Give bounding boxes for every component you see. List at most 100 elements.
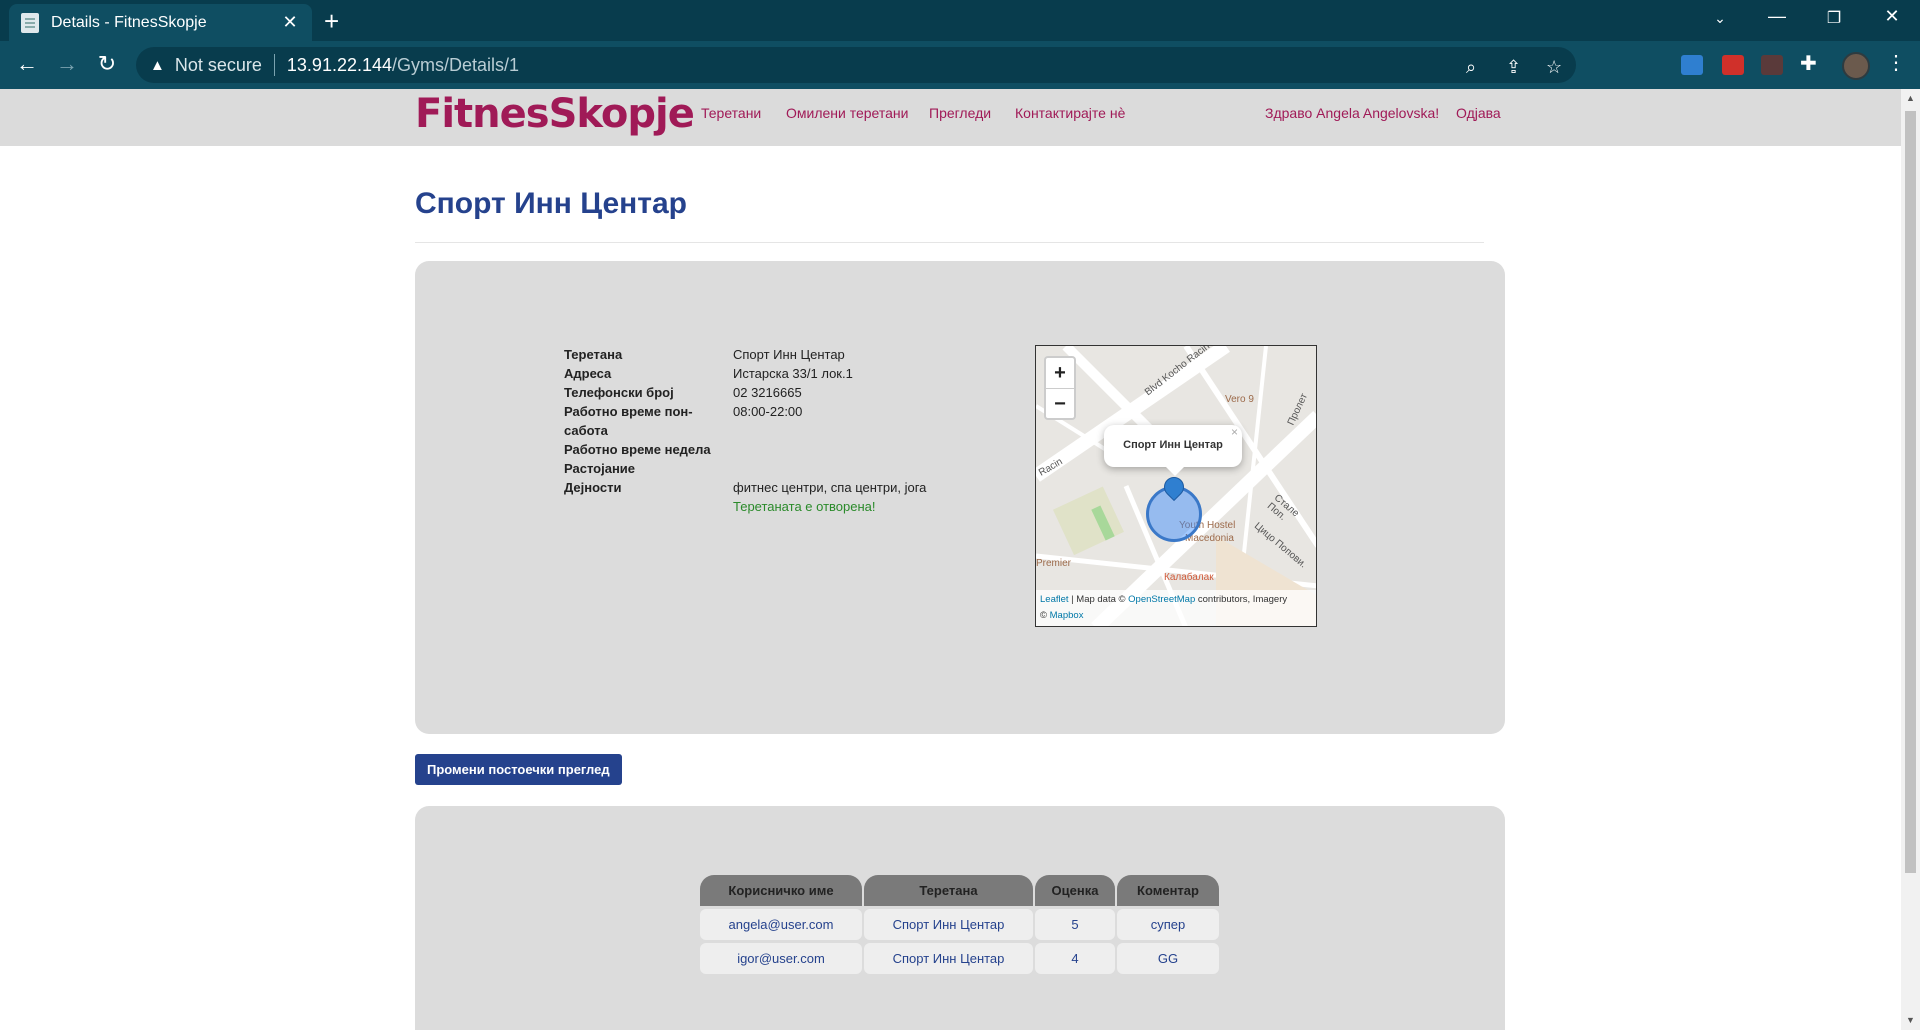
close-tab-icon[interactable]: ✕ [280, 12, 300, 33]
cell-comment: супер [1117, 909, 1219, 940]
site-logo[interactable]: FitnesSkopje [415, 91, 695, 137]
page: FitnesSkopje Теретани Омилени теретани П… [0, 89, 1901, 1030]
forward-icon[interactable]: → [52, 51, 82, 77]
nav-reviews[interactable]: Прегледи [929, 105, 991, 121]
scroll-up-icon[interactable]: ▲ [1906, 93, 1915, 103]
cell-gym: Спорт Инн Центар [864, 909, 1033, 940]
page-scrollbar[interactable]: ▲ ▼ [1901, 89, 1920, 1030]
detail-label: Растојание [564, 461, 636, 476]
reviews-panel: Корисничко име Теретана Оценка Коментар … [415, 806, 1505, 1030]
security-label: Not secure [174, 54, 262, 75]
popup-label: Спорт Инн Центар [1123, 439, 1223, 451]
detail-row: Теретаната е отворена! [564, 497, 984, 516]
nav-favorites[interactable]: Омилени теретани [786, 105, 908, 121]
zoom-in-button[interactable]: + [1046, 358, 1074, 388]
detail-label: Дејности [564, 480, 622, 495]
warning-icon: ▲ [150, 56, 165, 74]
detail-value: Истарска 33/1 лок.1 [733, 366, 853, 381]
cell-comment: GG [1117, 943, 1219, 974]
detail-label: Работно време недела [564, 442, 711, 457]
detail-value: 02 3216665 [733, 385, 802, 400]
attribution-text: © [1040, 610, 1050, 621]
mapbox-link[interactable]: Mapbox [1050, 610, 1084, 621]
detail-row: Дејности фитнес центри, спа центри, јога [564, 478, 984, 497]
table-row: angela@user.com Спорт Инн Центар 5 супер [700, 909, 1219, 940]
detail-label: Работно време пон-сабота [564, 404, 693, 438]
map-label: Premier [1036, 558, 1072, 569]
restore-icon[interactable]: ❐ [1814, 8, 1854, 28]
back-icon[interactable]: ← [12, 51, 42, 77]
detail-label: Адреса [564, 366, 612, 381]
detail-label: Телефонски број [564, 385, 674, 400]
detail-value: 08:00-22:00 [733, 404, 803, 419]
leaflet-link[interactable]: Leaflet [1040, 594, 1069, 605]
detail-row: Телефонски број 02 3216665 [564, 383, 984, 402]
change-review-button[interactable]: Промени постоечки преглед [415, 754, 622, 785]
detail-label: Теретана [564, 347, 623, 362]
nav-logout[interactable]: Одјава [1456, 105, 1501, 121]
page-title: Спорт Инн Центар [415, 187, 687, 220]
attribution-text: contributors, Imagery [1195, 594, 1288, 605]
nav-greeting[interactable]: Здраво Angela Angelovska! [1265, 105, 1439, 121]
cell-username: angela@user.com [700, 909, 862, 940]
detail-value: Спорт Инн Центар [733, 347, 845, 362]
column-header-rating: Оценка [1035, 875, 1115, 906]
extensions-puzzle-icon[interactable]: ✚ [1800, 51, 1822, 75]
star-icon[interactable]: ☆ [1546, 57, 1562, 78]
table-row: igor@user.com Спорт Инн Центар 4 GG [700, 943, 1219, 974]
browser-tab-bar: Details - FitnesSkopje ✕ + ⌄ — ❐ ✕ [0, 0, 1920, 41]
reload-icon[interactable]: ↻ [92, 51, 122, 77]
share-icon[interactable]: ⇪ [1506, 57, 1521, 78]
attribution-text: | Map data © [1068, 594, 1129, 605]
nav-contact[interactable]: Контактирајте нѐ [1015, 105, 1125, 121]
url-path: /Gyms/Details/1 [392, 54, 520, 75]
map[interactable]: Blvd Kocho Racin Racin Vero 9 Пролет You… [1035, 345, 1317, 627]
detail-row: Работно време пон-сабота 08:00-22:00 [564, 402, 984, 440]
browser-tab[interactable]: Details - FitnesSkopje ✕ [9, 4, 312, 41]
divider [273, 54, 275, 76]
reviews-table: Корисничко име Теретана Оценка Коментар … [698, 872, 1221, 977]
extension-icon[interactable] [1722, 55, 1744, 75]
zoom-out-button[interactable]: − [1046, 388, 1074, 418]
column-header-comment: Коментар [1117, 875, 1219, 906]
map-label: Калабалак [1164, 572, 1214, 583]
url-host: 13.91.22.144 [286, 54, 393, 75]
detail-row: Растојание [564, 459, 984, 478]
browser-menu-icon[interactable]: ⋮ [1886, 50, 1906, 75]
osm-link[interactable]: OpenStreetMap [1128, 594, 1195, 605]
detail-row: Адреса Истарска 33/1 лок.1 [564, 364, 984, 383]
profile-avatar[interactable] [1842, 52, 1870, 80]
zoom-icon[interactable]: ⌕ [1466, 57, 1476, 78]
nav-gyms[interactable]: Теретани [701, 105, 761, 121]
gym-details-list: Теретана Спорт Инн Центар Адреса Истарск… [564, 345, 984, 516]
site-navbar: FitnesSkopje Теретани Омилени теретани П… [0, 89, 1901, 146]
scrollbar-thumb[interactable] [1905, 111, 1916, 873]
gym-info-panel: Теретана Спорт Инн Центар Адреса Истарск… [415, 261, 1505, 734]
map-label: Vero 9 [1225, 394, 1254, 405]
address-bar[interactable]: ▲ Not secure 13.91.22.144 /Gyms/Details/… [136, 47, 1576, 83]
browser-toolbar: ← → ↻ ▲ Not secure 13.91.22.144 /Gyms/De… [0, 41, 1920, 89]
divider [415, 242, 1484, 243]
tab-title: Details - FitnesSkopje [51, 13, 207, 31]
table-header-row: Корисничко име Теретана Оценка Коментар [700, 875, 1219, 906]
open-status: Теретаната е отворена! [733, 499, 876, 514]
minimize-icon[interactable]: — [1757, 6, 1797, 27]
map-popup: Спорт Инн Центар × [1104, 425, 1242, 476]
new-tab-icon[interactable]: + [324, 6, 339, 37]
tab-search-icon[interactable]: ⌄ [1700, 10, 1740, 27]
cell-rating: 5 [1035, 909, 1115, 940]
page-icon [21, 12, 39, 33]
column-header-username: Корисничко име [700, 875, 862, 906]
column-header-gym: Теретана [864, 875, 1033, 906]
detail-value: фитнес центри, спа центри, јога [733, 480, 927, 495]
cell-gym: Спорт Инн Центар [864, 943, 1033, 974]
map-attribution: Leaflet | Map data © OpenStreetMap contr… [1036, 590, 1316, 626]
extension-icon[interactable] [1681, 55, 1703, 75]
popup-close-icon[interactable]: × [1231, 412, 1238, 452]
close-window-icon[interactable]: ✕ [1872, 6, 1912, 27]
scroll-down-icon[interactable]: ▼ [1906, 1015, 1915, 1025]
detail-row: Работно време недела [564, 440, 984, 459]
cell-rating: 4 [1035, 943, 1115, 974]
zoom-control: + − [1044, 356, 1076, 420]
extension-icon[interactable] [1761, 55, 1783, 75]
